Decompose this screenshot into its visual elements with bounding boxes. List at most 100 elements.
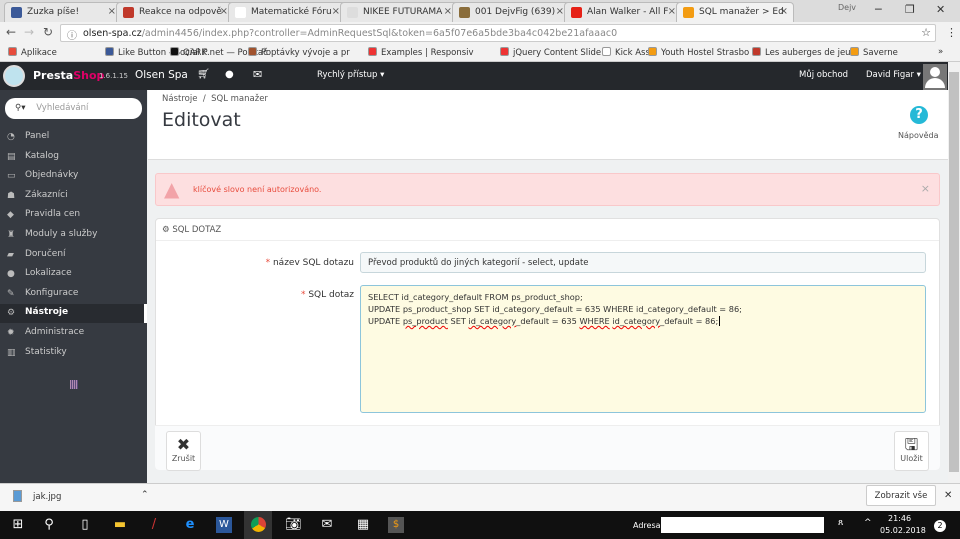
tray-chevron-icon[interactable]: ^ [864,518,872,528]
sidebar-item-nástroje[interactable]: ⚙ Nástroje [0,304,147,324]
download-file[interactable]: jak.jpg [33,492,61,502]
notification-badge[interactable]: 2 [934,520,946,532]
browser-tab[interactable]: 001 DejvFig (639) × [452,2,570,22]
sidebar-item-lokalizace[interactable]: ● Lokalizace [0,265,147,284]
sidebar-item-moduly-a-služby[interactable]: ♜ Moduly a služby [0,226,147,245]
sidebar-icon: ✎ [7,288,15,299]
bookmark-item[interactable]: Poptávky vývoje a pr [248,47,350,58]
clock-date[interactable]: 05.02.2018 [880,526,926,535]
help-label[interactable]: Nápověda [898,131,939,140]
show-all-button[interactable]: Zobrazit vše [866,485,936,506]
favicon-icon [459,7,470,18]
breadcrumb-sql-manager[interactable]: SQL manažer [211,94,268,104]
browser-tab[interactable]: NIKEE FUTURAMA × [340,2,458,22]
mail-icon[interactable]: ✉ [253,68,262,81]
tab-title: Matematické Fóru [251,7,332,17]
user-icon[interactable]: ● [225,69,234,80]
url-input[interactable]: ⓘ olsen-spa.cz/admin4456/index.php?contr… [60,24,936,42]
maximize-button[interactable]: ❐ [905,3,915,16]
search-icon[interactable]: ⚲▾ [15,103,26,113]
bookmark-icon [8,47,17,56]
word-icon[interactable]: W [216,517,232,533]
search-icon[interactable]: ⚲ [41,517,57,533]
close-window-button[interactable]: ✕ [936,3,945,16]
sidebar-item-pravidla-cen[interactable]: ◆ Pravidla cen [0,206,147,225]
sidebar-item-label: Pravidla cen [25,209,81,220]
mail-icon[interactable]: ✉ [319,517,335,533]
sidebar-item-administrace[interactable]: ✹ Administrace [0,324,147,343]
query-name-input[interactable]: Převod produktů do jiných kategorií - se… [360,252,926,273]
search-input[interactable]: ⚲▾ Vyhledávání [5,98,142,119]
browser-tab[interactable]: SQL manažer > Ed × [676,2,794,22]
reload-icon[interactable]: ↻ [43,25,53,39]
page-title: Editovat [162,109,241,131]
cart-icon[interactable]: 🛒︎ [197,69,210,80]
info-icon[interactable]: ⓘ [67,27,77,42]
close-tab-icon[interactable]: × [108,6,116,17]
chrome-icon[interactable] [244,511,272,539]
cancel-button[interactable]: ✖ Zrušit [166,431,201,471]
camera-icon[interactable]: 📷︎ [285,517,302,533]
close-tab-icon[interactable]: × [444,6,452,17]
profile-label[interactable]: Dejv [838,3,856,12]
file-explorer-icon[interactable]: ▬ [112,517,128,533]
shop-name[interactable]: Olsen Spa [135,69,188,81]
close-alert-button[interactable]: × [921,182,930,195]
sidebar-item-konfigurace[interactable]: ✎ Konfigurace [0,285,147,304]
windows-start-icon[interactable]: ⊞ [10,517,26,533]
close-download-bar-button[interactable]: ✕ [944,490,952,501]
browser-tab[interactable]: Reakce na odpově × [116,2,234,22]
bookmarks-more[interactable]: » [938,47,943,57]
sidebar-item-katalog[interactable]: ▤ Katalog [0,148,147,167]
prestashop-logo[interactable] [3,65,25,87]
sql-label: * SQL dotaz [300,290,354,300]
my-shop-link[interactable]: Můj obchod [799,70,848,80]
task-view-icon[interactable]: ▯ [77,517,93,533]
bookmark-item[interactable]: Kick Ass [602,47,650,58]
bookmark-item[interactable]: Les auberges de jeun [752,47,856,58]
back-icon[interactable]: ← [6,25,16,39]
save-button[interactable]: 🖫 Uložit [894,431,929,471]
bookmark-item[interactable]: Youth Hostel Strasbo [648,47,749,58]
sidebar-icon: ◆ [7,210,14,221]
bookmark-star-icon[interactable]: ☆ [921,26,931,39]
people-icon[interactable]: ጸ [838,518,843,528]
browser-tab[interactable]: Alan Walker - All F × [564,2,682,22]
edge-icon[interactable]: e [182,517,198,533]
favicon-icon [235,7,246,18]
avatar[interactable] [923,64,947,90]
calendar-icon[interactable]: ▦ [355,517,371,533]
close-tab-icon[interactable]: × [332,6,340,17]
user-menu[interactable]: David Figar ▾ [866,70,921,80]
sidebar-item-objednávky[interactable]: ▭ Objednávky [0,167,147,186]
browser-tab[interactable]: Matematické Fóru × [228,2,346,22]
close-tab-icon[interactable]: × [780,6,788,17]
quick-access-menu[interactable]: Rychlý přístup ▾ [317,70,384,80]
menu-icon[interactable]: ⋮ [946,26,957,39]
forward-icon[interactable]: → [24,25,34,39]
sidebar-item-label: Objednávky [25,170,79,181]
help-icon[interactable]: ? [910,106,928,124]
chevron-up-icon[interactable]: ⌃ [141,490,149,500]
bookmark-item[interactable]: jQuery Content Slide [500,47,601,58]
sql-query-textarea[interactable]: SELECT id_category_default FROM ps_produ… [360,285,926,413]
page-scrollbar[interactable] [948,62,960,483]
minimize-button[interactable]: ─ [875,3,882,16]
bookmark-item[interactable]: Examples | Responsiv [368,47,474,58]
close-tab-icon[interactable]: × [668,6,676,17]
sidebar-item-statistiky[interactable]: ▥ Statistiky [0,344,147,363]
sidebar-item-panel[interactable]: ◔ Panel [0,128,147,147]
taskbar-address-input[interactable] [661,517,824,533]
sidebar-item-doručení[interactable]: ▰ Doručení [0,246,147,265]
sidebar-item-label: Konfigurace [25,287,79,298]
bookmark-item[interactable]: Saverne [850,47,898,58]
sidebar-item-zákazníci[interactable]: ☗ Zákazníci [0,187,147,206]
pen-icon[interactable]: / [146,517,162,533]
close-tab-icon[interactable]: × [220,6,228,17]
browser-tab[interactable]: Zuzka píše! × [4,2,122,22]
clock-time[interactable]: 21:46 [888,514,911,523]
app-icon[interactable]: $ [388,517,404,533]
close-tab-icon[interactable]: × [556,6,564,17]
breadcrumb-tools[interactable]: Nástroje [162,94,197,104]
bookmark-item[interactable]: Aplikace [8,47,57,58]
